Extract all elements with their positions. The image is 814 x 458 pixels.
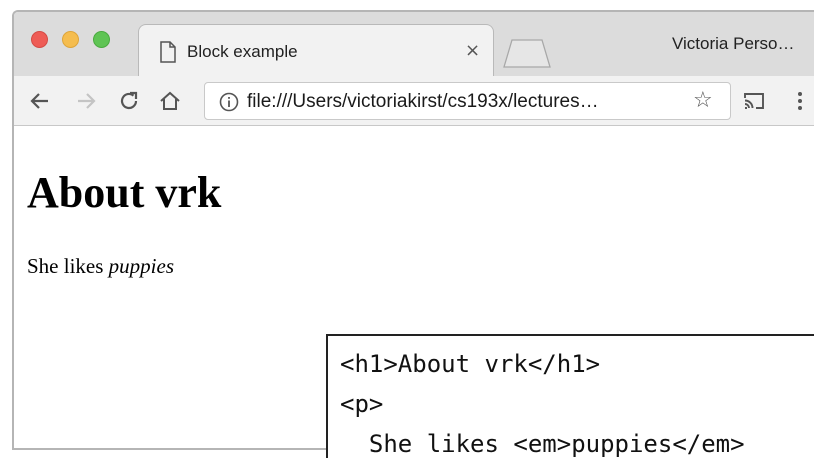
code-line-2: <p> — [340, 390, 384, 418]
minimize-window-button[interactable] — [62, 31, 79, 48]
arrow-right-icon[interactable] — [74, 89, 98, 113]
page-paragraph: She likes puppies — [27, 254, 174, 279]
cast-icon[interactable] — [742, 89, 766, 113]
code-line-1: <h1>About vrk</h1> — [340, 350, 601, 378]
paragraph-text: She likes — [27, 254, 109, 278]
close-window-button[interactable] — [31, 31, 48, 48]
tab-title: Block example — [187, 42, 298, 61]
maximize-window-button[interactable] — [93, 31, 110, 48]
page-icon — [160, 41, 176, 63]
arrow-left-icon[interactable] — [28, 89, 52, 113]
info-icon[interactable] — [219, 92, 239, 112]
address-bar[interactable]: file:///Users/victoriakirst/cs193x/lectu… — [204, 82, 731, 120]
tab-block-example[interactable]: Block example × — [138, 24, 494, 78]
tab-close-icon[interactable]: × — [465, 40, 480, 61]
url-text[interactable]: file:///Users/victoriakirst/cs193x/lectu… — [247, 91, 599, 113]
page-heading: About vrk — [27, 168, 222, 217]
profile-name[interactable]: Victoria Perso… — [672, 34, 795, 54]
code-line-3: She likes <em>puppies</em> — [340, 430, 745, 458]
new-tab-button[interactable] — [502, 38, 552, 68]
kebab-menu-icon[interactable] — [788, 89, 812, 113]
tab-strip: Block example × Victoria Perso… — [14, 12, 814, 78]
star-icon[interactable]: ☆ — [693, 88, 713, 113]
toolbar: file:///Users/victoriakirst/cs193x/lectu… — [14, 76, 814, 126]
emphasized-text: puppies — [108, 254, 174, 278]
home-icon[interactable] — [158, 89, 182, 113]
reload-icon[interactable] — [117, 89, 141, 113]
code-snippet: <h1>About vrk</h1> <p> She likes <em>pup… — [326, 334, 814, 458]
